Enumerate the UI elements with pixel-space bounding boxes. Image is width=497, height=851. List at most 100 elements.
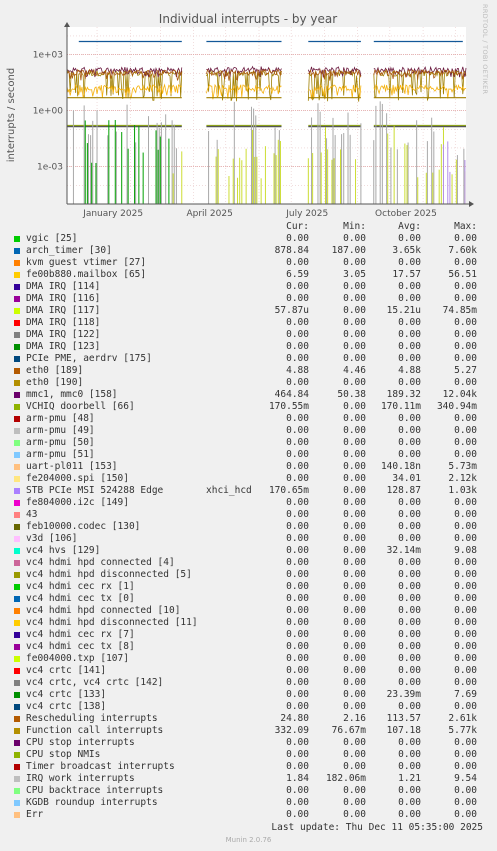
legend-swatch [14, 296, 20, 302]
legend-min-value: 0.00 [343, 617, 366, 628]
legend-min-value: 0.00 [343, 437, 366, 448]
legend-min-value: 0.00 [343, 233, 366, 244]
legend-row: IRQ work interrupts 1.84 182.06m 1.21 9.54 [0, 773, 497, 785]
legend-max-value: 0.00 [454, 809, 477, 820]
x-tick-label: July 2025 [285, 209, 328, 219]
legend-min-value: 3.05 [343, 269, 366, 280]
legend-min-value: 0.00 [343, 785, 366, 796]
legend-row: v3d [106] 0.00 0.00 0.00 0.00 [0, 533, 497, 545]
legend-avg-value: 140.18n [380, 461, 421, 472]
legend-avg-value: 128.87 [386, 485, 421, 496]
legend-row: eth0 [189] 4.88 4.46 4.88 5.27 [0, 365, 497, 377]
legend-min-value: 0.00 [343, 677, 366, 688]
legend-max-value: 340.94m [436, 401, 477, 412]
legend-max-value: 74.85m [442, 305, 477, 316]
legend-cur-value: 0.00 [286, 533, 309, 544]
legend-avg-value: 0.00 [398, 785, 421, 796]
legend-series-name: STB PCIe MSI 524288 Edge [26, 485, 164, 496]
legend-max-value: 0.00 [454, 521, 477, 532]
legend-swatch [14, 452, 20, 458]
legend-series-name: CPU stop NMIs [26, 749, 101, 760]
legend-min-value: 0.00 [343, 809, 366, 820]
legend-swatch [14, 488, 20, 494]
legend-cur-value: 0.00 [286, 581, 309, 592]
legend-avg-value: 0.00 [398, 353, 421, 364]
y-axis-arrow [64, 22, 70, 27]
legend-swatch [14, 380, 20, 386]
legend-swatch [14, 236, 20, 242]
legend-max-value: 9.54 [454, 773, 477, 784]
legend-row: DMA IRQ [123] 0.00 0.00 0.00 0.00 [0, 341, 497, 353]
legend-row: 43 0.00 0.00 0.00 0.00 [0, 509, 497, 521]
legend-min-value: 0.00 [343, 257, 366, 268]
legend-min-value: 0.00 [343, 593, 366, 604]
legend-max-value: 0.00 [454, 257, 477, 268]
legend-row: vc4 hdmi cec tx [8] 0.00 0.00 0.00 0.00 [0, 641, 497, 653]
legend-avg-value: 0.00 [398, 797, 421, 808]
legend-series-name: fe204000.spi [150] [26, 473, 129, 484]
legend-avg-value: 0.00 [398, 233, 421, 244]
legend-avg-value: 0.00 [398, 665, 421, 676]
legend-avg-value: 0.00 [398, 449, 421, 460]
legend-swatch [14, 668, 20, 674]
legend-row: feb10000.codec [130] 0.00 0.00 0.00 0.00 [0, 521, 497, 533]
legend-series-name: arm-pmu [51] [26, 449, 95, 460]
x-tick-label: October 2025 [375, 209, 437, 219]
legend-swatch [14, 812, 20, 818]
legend-avg-value: 23.39m [386, 689, 421, 700]
legend-row: vc4 hdmi cec rx [7] 0.00 0.00 0.00 0.00 [0, 629, 497, 641]
legend-swatch [14, 656, 20, 662]
legend-avg-value: 15.21u [386, 305, 421, 316]
legend-min-value: 0.00 [343, 521, 366, 532]
legend-avg-value: 0.00 [398, 377, 421, 388]
legend-swatch [14, 308, 20, 314]
legend-max-value: 0.00 [454, 509, 477, 520]
legend-row: STB PCIe MSI 524288 Edge xhci_hcd 170.65m 0… [0, 485, 497, 497]
legend-avg-value: 0.00 [398, 413, 421, 424]
legend-row: kvm guest vtimer [27] 0.00 0.00 0.00 0.00 [0, 257, 497, 269]
legend-row: VCHIQ doorbell [66] 170.55m 0.00 170.11m 340… [0, 401, 497, 413]
legend-max-value: 0.00 [454, 497, 477, 508]
legend-avg-value: 0.00 [398, 569, 421, 580]
legend-swatch [14, 464, 20, 470]
legend-avg-value: 113.57 [386, 713, 421, 724]
legend-cur-value: 0.00 [286, 557, 309, 568]
legend-cur-value: 0.00 [286, 257, 309, 268]
legend-avg-value: 34.01 [392, 473, 421, 484]
legend-swatch [14, 524, 20, 530]
legend-avg-value: 0.00 [398, 281, 421, 292]
legend-series-name: kvm guest vtimer [27] [26, 257, 147, 268]
legend-min-value: 0.00 [343, 509, 366, 520]
legend-swatch [14, 344, 20, 350]
legend-max-value: 0.00 [454, 701, 477, 712]
legend-cur-value: 0.00 [286, 545, 309, 556]
legend-cur-value: 0.00 [286, 761, 309, 772]
legend-cur-value: 0.00 [286, 353, 309, 364]
legend-series-name: fe804000.i2c [149] [26, 497, 129, 508]
legend-cur-value: 0.00 [286, 797, 309, 808]
legend-row: arm-pmu [51] 0.00 0.00 0.00 0.00 [0, 449, 497, 461]
legend-series-name: 43 [26, 509, 38, 520]
legend-swatch [14, 248, 20, 254]
legend-swatch [14, 536, 20, 542]
chart-title: Individual interrupts - by year [159, 12, 337, 26]
legend-row: arm-pmu [50] 0.00 0.00 0.00 0.00 [0, 437, 497, 449]
legend-series-name: vc4 crtc [141] [26, 665, 107, 676]
legend-row: vc4 hdmi cec rx [1] 0.00 0.00 0.00 0.00 [0, 581, 497, 593]
legend-swatch [14, 476, 20, 482]
legend-min-value: 0.00 [343, 497, 366, 508]
legend-min-value: 0.00 [343, 569, 366, 580]
legend-max-value: 0.00 [454, 761, 477, 772]
legend-avg-value: 0.00 [398, 521, 421, 532]
legend-avg-value: 0.00 [398, 425, 421, 436]
legend-series-name: vc4 crtc [138] [26, 701, 107, 712]
legend-cur-value: 1.84 [286, 773, 309, 784]
legend-series-name: DMA IRQ [117] [26, 305, 101, 316]
legend-min-value: 0.00 [343, 665, 366, 676]
legend-avg-value: 0.00 [398, 737, 421, 748]
legend-max-value: 5.77k [448, 725, 477, 736]
legend-min-value: 0.00 [343, 689, 366, 700]
legend-row: fe804000.i2c [149] 0.00 0.00 0.00 0.00 [0, 497, 497, 509]
legend-min-value: 0.00 [343, 461, 366, 472]
legend-swatch [14, 548, 20, 554]
